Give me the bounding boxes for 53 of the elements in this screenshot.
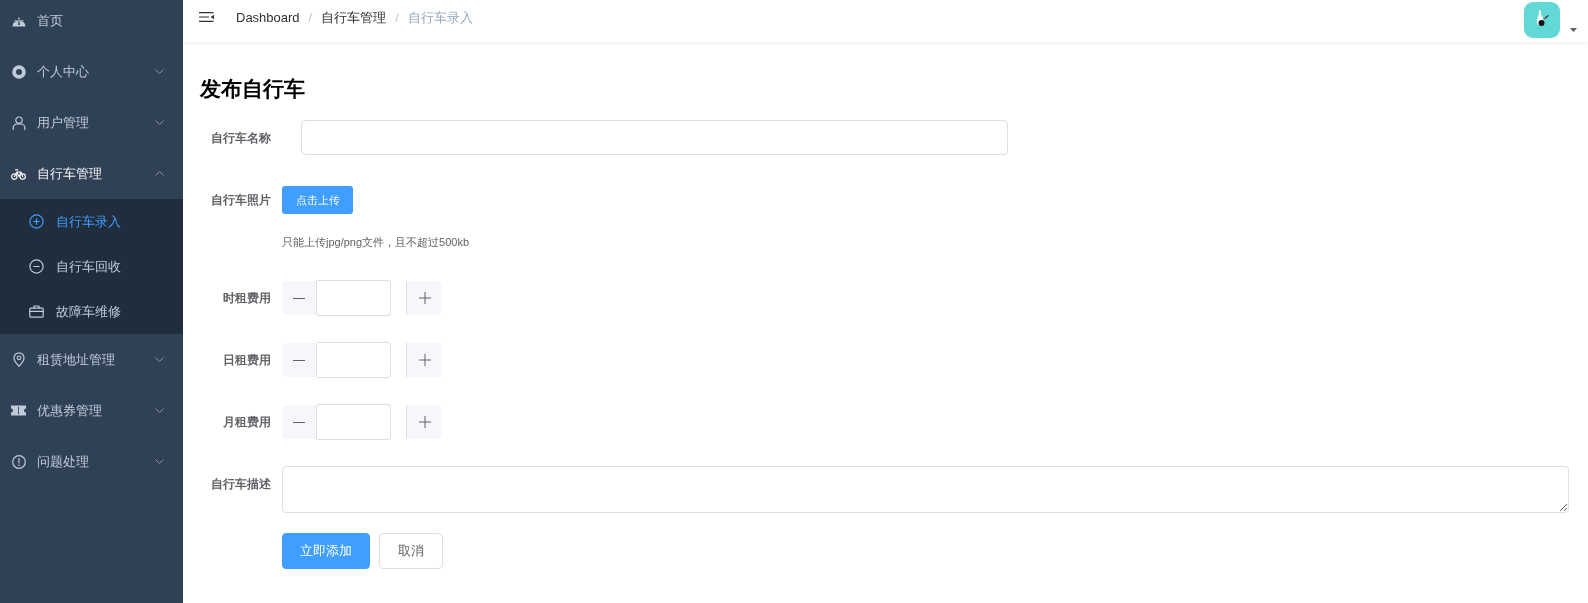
minus-icon — [293, 297, 305, 299]
bicycle-icon — [11, 167, 26, 180]
sidebar-item[interactable]: 个人中心 — [0, 46, 183, 97]
decrease-button[interactable] — [282, 281, 317, 315]
field-label: 自行车名称 — [210, 129, 271, 146]
plus-icon — [418, 416, 431, 428]
breadcrumb-link[interactable]: Dashboard — [236, 10, 300, 26]
sidebar-item[interactable]: 问题处理 — [0, 436, 183, 487]
sidebar-item[interactable]: 优惠券管理 — [0, 385, 183, 436]
text-field[interactable] — [301, 120, 1008, 155]
number-field[interactable] — [317, 280, 391, 316]
increase-button[interactable] — [406, 343, 442, 377]
plus-icon — [418, 354, 431, 366]
lifebuoy-icon — [11, 64, 26, 79]
field-label: 时租费用 — [222, 290, 271, 306]
sidebar-item[interactable]: 自行车管理 — [0, 148, 183, 199]
submenu-item[interactable]: 自行车录入 — [0, 199, 183, 244]
cancel-button[interactable]: 取消 — [379, 533, 443, 569]
plus-icon — [418, 292, 431, 304]
description-field[interactable] — [282, 466, 1569, 513]
field-label: 自行车照片 — [210, 192, 271, 208]
breadcrumb-separator: / — [395, 10, 399, 26]
decrease-button[interactable] — [282, 343, 317, 377]
user-icon — [11, 115, 26, 130]
submenu-item[interactable]: 自行车回收 — [0, 244, 183, 289]
field-label: 月租费用 — [222, 414, 271, 430]
breadcrumb-link[interactable]: 自行车管理 — [321, 10, 387, 26]
field-label: 自行车描述 — [210, 476, 271, 492]
increase-button[interactable] — [406, 281, 442, 315]
briefcase-icon — [29, 305, 44, 318]
upload-hint: 只能上传jpg/png文件，且不超过500kb — [282, 235, 470, 250]
breadcrumb-separator: / — [308, 10, 313, 26]
menu-icon[interactable] — [199, 12, 214, 22]
sidebar-item[interactable]: 租赁地址管理 — [0, 334, 183, 385]
plus-circle-icon — [29, 214, 44, 229]
minus-icon — [293, 359, 305, 361]
number-field[interactable] — [317, 404, 391, 440]
minus-circle-icon — [29, 259, 44, 274]
decrease-button[interactable] — [282, 405, 317, 439]
minus-icon — [293, 421, 305, 423]
breadcrumb-current: 自行车录入 — [407, 10, 473, 26]
page-title: 发布自行车 — [200, 76, 306, 102]
avatar-icon[interactable] — [1524, 2, 1560, 38]
caret-down-icon[interactable] — [1570, 28, 1577, 32]
exclamation-circle-icon — [11, 454, 26, 469]
increase-button[interactable] — [406, 405, 442, 439]
sidebar-item[interactable]: 首页 — [0, 0, 183, 46]
submenu-item[interactable]: 故障车维修 — [0, 289, 183, 334]
ticket-icon — [11, 405, 26, 416]
number-field[interactable] — [317, 342, 391, 378]
location-pin-icon — [12, 352, 25, 367]
field-label: 日租费用 — [222, 352, 271, 368]
sidebar-item[interactable]: 用户管理 — [0, 97, 183, 148]
